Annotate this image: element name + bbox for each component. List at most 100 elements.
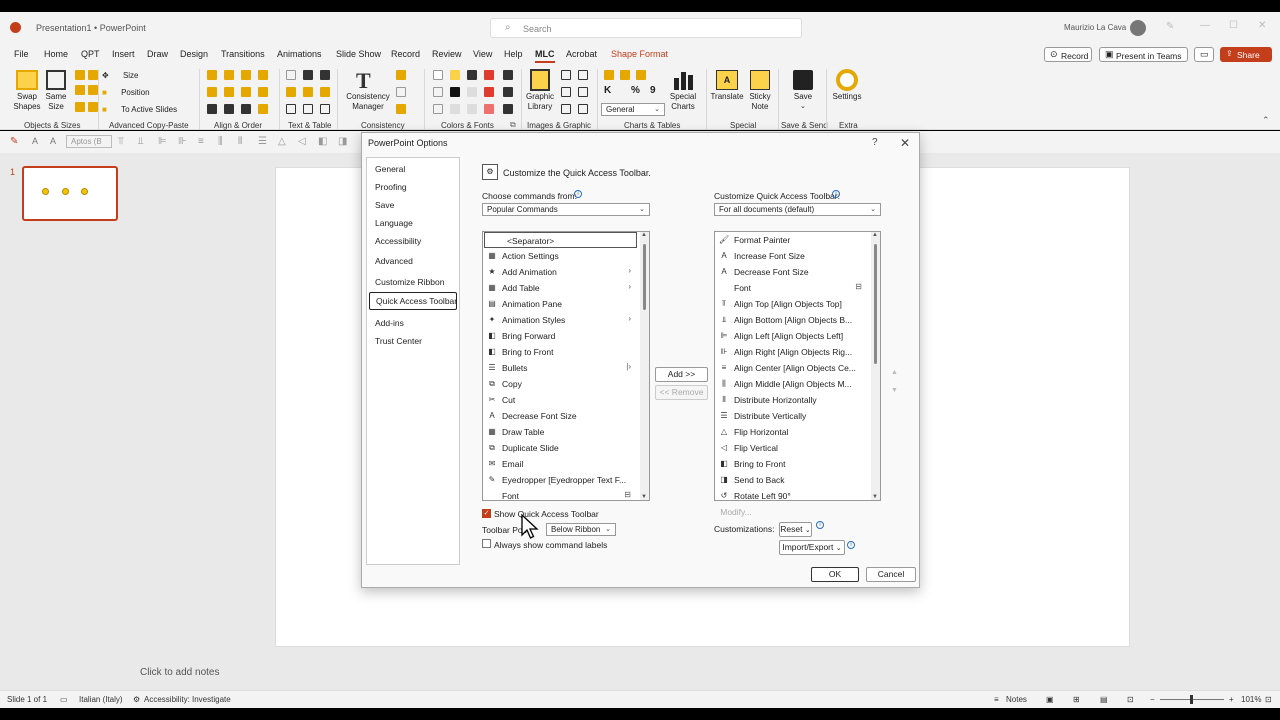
qat-command-item[interactable]: ◨ Send to Back: [715, 472, 880, 488]
scroll-up-icon[interactable]: ▲: [641, 232, 647, 238]
right-list-scroll-thumb[interactable]: [874, 244, 877, 364]
align-center-icon[interactable]: ≡: [198, 136, 204, 147]
move-up-icon[interactable]: ▲: [891, 369, 898, 376]
swap-shapes-button[interactable]: Swap Shapes: [10, 92, 44, 112]
graphic-library-button[interactable]: Graphic Library: [524, 92, 556, 112]
available-command-item[interactable]: ✦ Animation Styles ›: [483, 312, 649, 328]
zoom-slider[interactable]: [1160, 695, 1224, 704]
spellcheck-icon[interactable]: ▭: [60, 695, 68, 704]
qat-command-item[interactable]: A Increase Font Size: [715, 248, 880, 264]
font-combo[interactable]: Aptos (B: [66, 135, 112, 148]
slideshow-icon[interactable]: ⊡: [1127, 695, 1134, 704]
menu-record[interactable]: Record: [391, 49, 420, 59]
zoom-out-icon[interactable]: −: [1150, 695, 1155, 704]
available-command-item[interactable]: ☰ Bullets |›: [483, 360, 649, 376]
available-command-item[interactable]: ◧ Bring Forward: [483, 328, 649, 344]
reading-view-icon[interactable]: ▤: [1100, 695, 1108, 704]
align-left-icon[interactable]: ⊫: [158, 136, 167, 147]
qat-command-item[interactable]: ⫼ Align Middle [Align Objects M...: [715, 376, 880, 392]
help-icon[interactable]: ?: [872, 137, 878, 148]
add-button[interactable]: Add >>: [655, 367, 708, 382]
menu-mlc[interactable]: MLC: [535, 49, 555, 63]
nav-general[interactable]: General: [375, 164, 405, 174]
menu-home[interactable]: Home: [44, 49, 68, 59]
number-format-select[interactable]: General ⌄: [601, 103, 665, 116]
available-command-item[interactable]: A Decrease Font Size: [483, 408, 649, 424]
bring-front-icon[interactable]: ◧: [318, 136, 327, 147]
pen-icon[interactable]: ✎: [1166, 21, 1174, 32]
align-middle-icon[interactable]: ⫼: [218, 136, 223, 147]
language[interactable]: Italian (Italy): [79, 695, 123, 704]
same-size-button[interactable]: Same Size: [42, 92, 70, 112]
menu-shape-format[interactable]: Shape Format: [611, 49, 668, 59]
normal-view-icon[interactable]: ▣: [1046, 695, 1054, 704]
menu-view[interactable]: View: [473, 49, 492, 59]
cancel-button[interactable]: Cancel: [866, 567, 916, 582]
accessibility-status[interactable]: Accessibility: Investigate: [144, 695, 231, 704]
slide-sorter-icon[interactable]: ⊞: [1073, 695, 1080, 704]
remove-button[interactable]: << Remove: [655, 385, 708, 400]
font-size-down-icon[interactable]: A: [50, 136, 56, 146]
zoom-level[interactable]: 101%: [1241, 695, 1261, 704]
collapse-ribbon-icon[interactable]: ⌃: [1262, 115, 1270, 126]
menu-transitions[interactable]: Transitions: [221, 49, 265, 59]
available-command-item[interactable]: ✎ Eyedropper [Eyedropper Text F...: [483, 472, 649, 488]
reset-button[interactable]: Reset ⌄: [779, 522, 812, 537]
avatar[interactable]: [1130, 20, 1146, 36]
minimize-icon[interactable]: —: [1200, 20, 1210, 31]
search-box[interactable]: ⌕ Search: [490, 18, 802, 38]
present-teams-button[interactable]: ▣ Present in Teams: [1099, 47, 1188, 62]
nav-accessibility[interactable]: Accessibility: [375, 236, 421, 246]
send-back-icon[interactable]: ◨: [338, 136, 347, 147]
modify-button[interactable]: Modify...: [714, 506, 758, 521]
special-charts-button[interactable]: Special Charts: [666, 92, 700, 112]
close-icon[interactable]: ✕: [900, 136, 910, 150]
show-qat-checkbox[interactable]: ✓: [482, 509, 491, 518]
qat-command-item[interactable]: ◁ Flip Vertical: [715, 440, 880, 456]
qat-command-item[interactable]: ↺ Rotate Left 90°: [715, 488, 880, 500]
qat-command-item[interactable]: ⊪ Align Right [Align Objects Rig...: [715, 344, 880, 360]
scroll-down-icon[interactable]: ▼: [641, 494, 647, 500]
flip-v-icon[interactable]: ◁: [298, 136, 306, 147]
available-command-item[interactable]: <Separator>: [484, 232, 637, 248]
available-command-item[interactable]: ▦ Add Table ›: [483, 280, 649, 296]
menu-animations[interactable]: Animations: [277, 49, 322, 59]
qat-command-item[interactable]: ⫫ Align Bottom [Align Objects B...: [715, 312, 880, 328]
record-button[interactable]: ⊙ Record: [1044, 47, 1092, 62]
zoom-slider-thumb[interactable]: [1190, 695, 1193, 704]
translate-button[interactable]: Translate: [710, 92, 744, 102]
qat-command-item[interactable]: ⫴ Distribute Horizontally: [715, 392, 880, 408]
qat-command-item[interactable]: Font ⊟: [715, 280, 880, 296]
available-command-item[interactable]: ✉ Email: [483, 456, 649, 472]
fit-slide-icon[interactable]: ⊡: [1265, 695, 1272, 704]
info-icon[interactable]: i: [574, 190, 582, 198]
left-list-scroll-thumb[interactable]: [643, 244, 646, 310]
menu-insert[interactable]: Insert: [112, 49, 135, 59]
menu-qpt[interactable]: QPT: [81, 49, 100, 59]
consistency-manager-button[interactable]: Consistency Manager: [342, 92, 394, 112]
info-icon[interactable]: i: [832, 190, 840, 198]
qat-command-item[interactable]: ≡ Align Center [Align Objects Ce...: [715, 360, 880, 376]
import-export-button[interactable]: Import/Export ⌄: [779, 540, 845, 555]
info-icon[interactable]: i: [816, 521, 824, 529]
available-commands-list[interactable]: Font ⊟ ✎ Eyedropper [Eyedropper Text F... ✉ E…: [482, 231, 650, 501]
scroll-down-icon[interactable]: ▼: [872, 494, 878, 500]
notes-placeholder[interactable]: Click to add notes: [140, 667, 220, 678]
sticky-note-button[interactable]: Sticky Note: [746, 92, 774, 112]
always-show-labels-checkbox[interactable]: [482, 539, 491, 548]
right-list-scrollbar[interactable]: ▲ ▼: [871, 232, 880, 500]
align-right-icon[interactable]: ⊪: [178, 136, 187, 147]
menu-design[interactable]: Design: [180, 49, 208, 59]
settings-button[interactable]: Settings: [830, 92, 864, 102]
available-command-item[interactable]: Font ⊟: [483, 488, 649, 500]
available-command-item[interactable]: ★ Add Animation ›: [483, 264, 649, 280]
menu-acrobat[interactable]: Acrobat: [566, 49, 597, 59]
left-list-scrollbar[interactable]: ▲ ▼: [640, 232, 649, 500]
customize-qat-select[interactable]: For all documents (default) ⌄: [714, 203, 881, 216]
available-command-item[interactable]: ▦ Draw Table: [483, 424, 649, 440]
save-button[interactable]: Save: [788, 92, 818, 102]
qat-commands-list[interactable]: ↺ Rotate Left 90° ◨ Send to Back ◧ Bring to F…: [714, 231, 881, 501]
choose-commands-select[interactable]: Popular Commands ⌄: [482, 203, 650, 216]
toolbar-position-select[interactable]: Below Ribbon ⌄: [546, 523, 616, 536]
distribute-v-icon[interactable]: ☰: [258, 136, 267, 147]
